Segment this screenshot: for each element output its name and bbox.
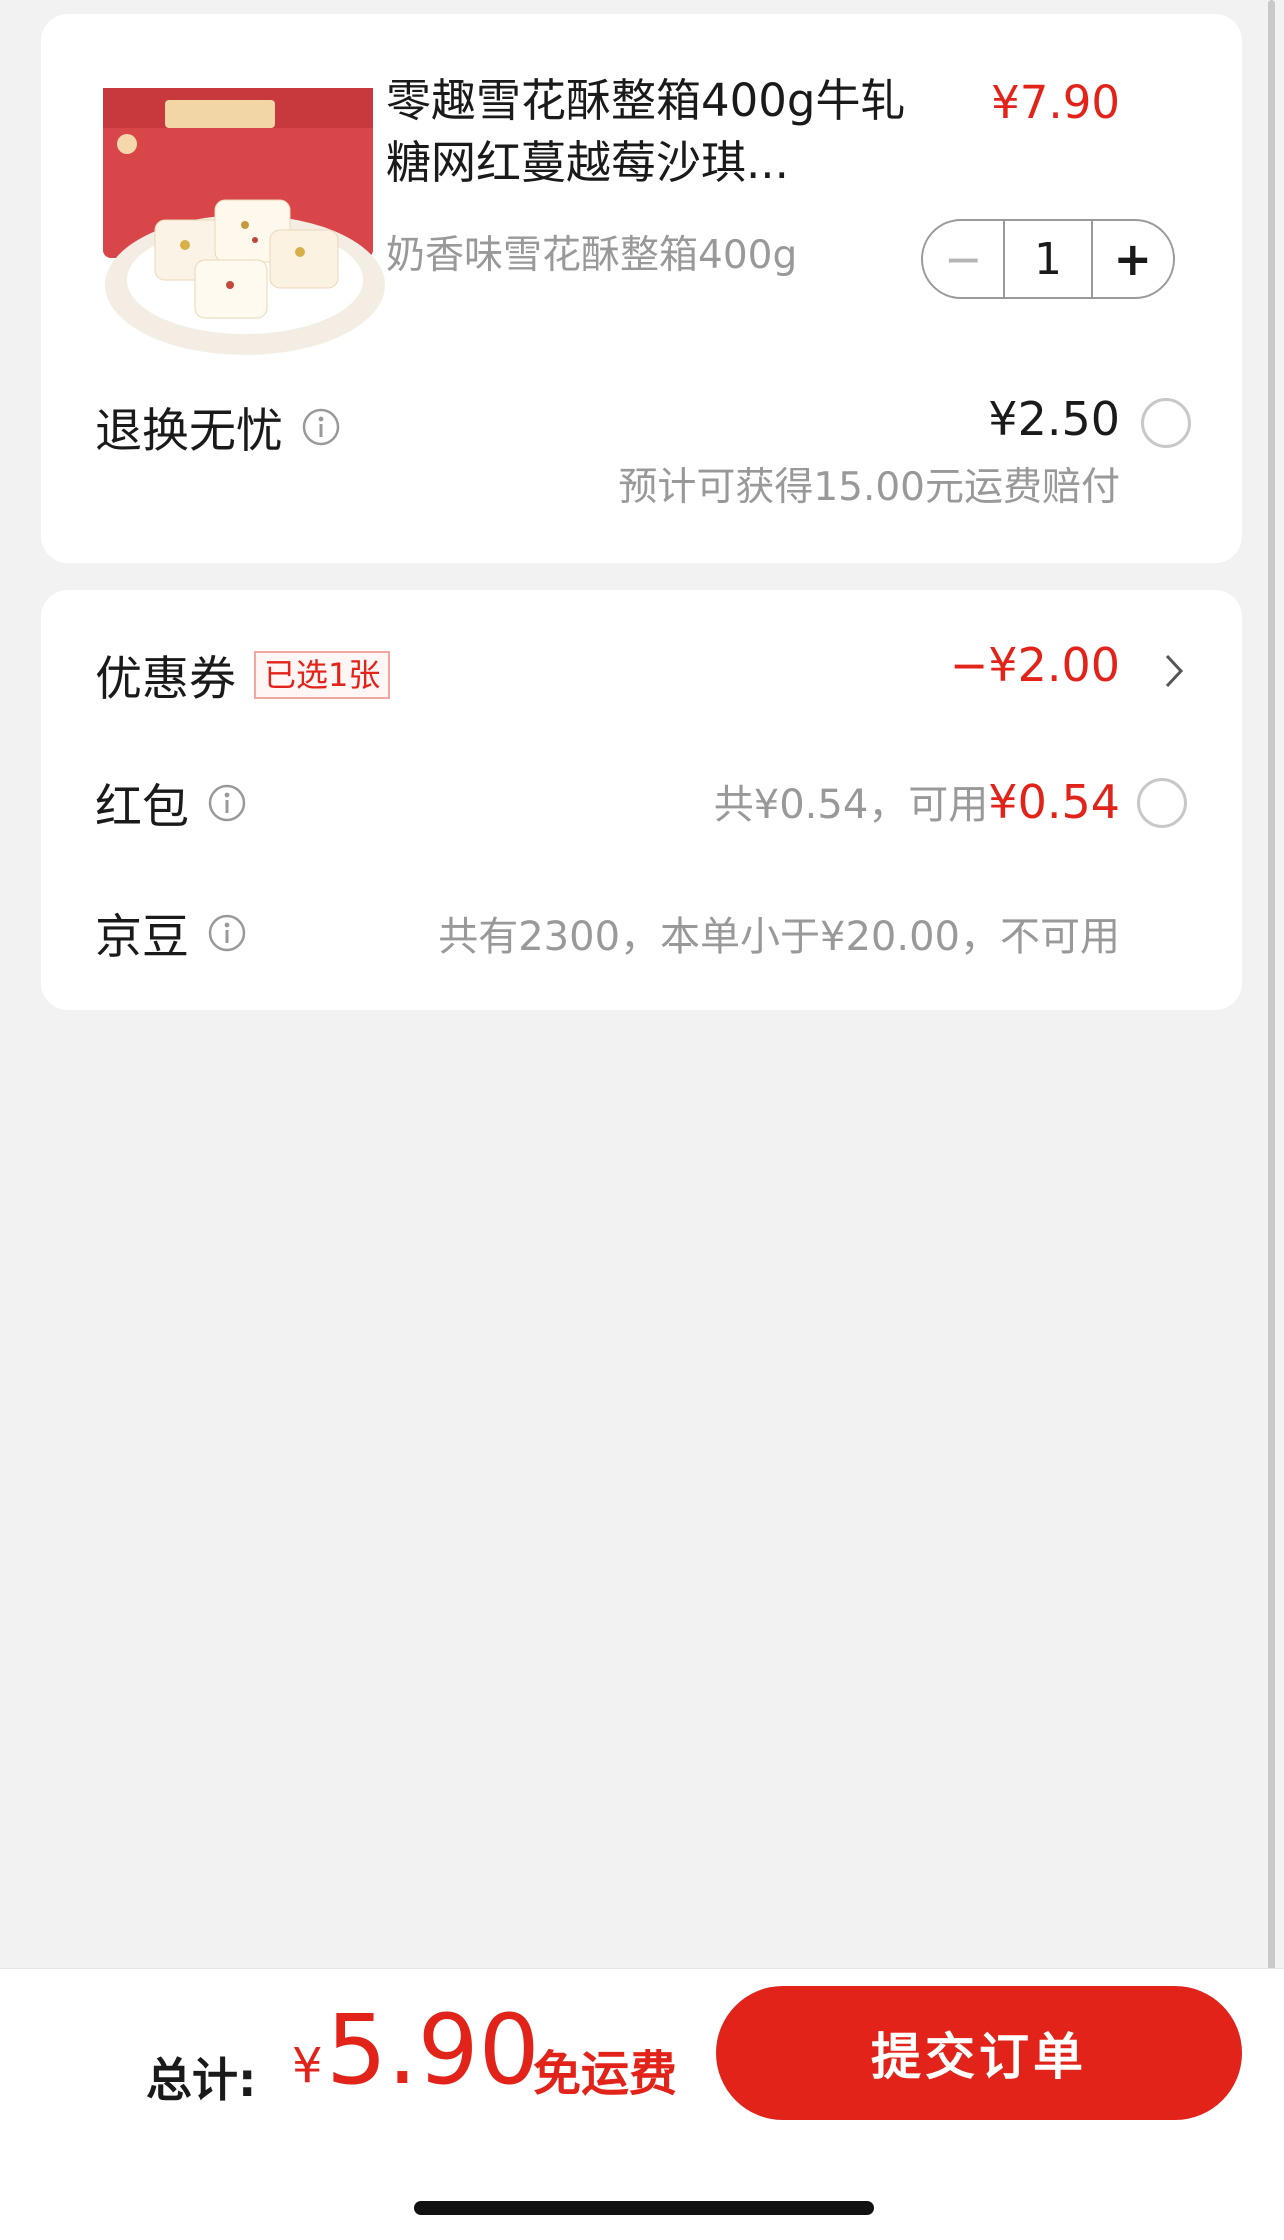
total-currency: ¥ [292,2038,323,2094]
product-card: 零趣雪花酥整箱400g牛轧糖网红蔓越莓沙琪... ¥7.90 奶香味雪花酥整箱4… [41,14,1242,563]
product-spec[interactable]: 奶香味雪花酥整箱400g [386,224,797,280]
decrease-button[interactable]: − [923,221,1003,297]
product-price: ¥7.90 [991,76,1120,129]
submit-order-button[interactable]: 提交订单 [716,1986,1242,2120]
quantity-input[interactable]: 1 [1003,221,1093,297]
minus-icon: − [943,232,983,286]
red-packet-summary: 共¥0.54，可用¥0.54 [714,772,1120,830]
coupon-value[interactable]: −¥2.00 [950,638,1120,692]
increase-button[interactable]: + [1093,221,1173,297]
return-service-label: 退换无忧 [95,404,283,459]
coupon-label: 优惠券 [95,652,236,707]
red-packet-total: 共¥0.54，可用 [713,782,989,828]
product-title[interactable]: 零趣雪花酥整箱400g牛轧糖网红蔓越莓沙琪... [386,70,946,194]
return-service-note: 预计可获得15.00元运费赔付 [618,465,1120,510]
jd-beans-row: 京豆 [95,898,247,967]
free-shipping-label: 免运费 [533,2046,678,2102]
discounts-card: 优惠券 已选1张 −¥2.00 红包 共¥0.54，可用¥0.54 京豆 共有2… [41,590,1242,1010]
jd-beans-note: 共有2300，本单小于¥20.00，不可用 [438,914,1120,960]
quantity-stepper: − 1 + [921,219,1175,299]
return-service-radio[interactable] [1141,398,1191,448]
return-service-row: 退换无忧 [95,392,341,461]
info-icon[interactable] [207,913,247,953]
red-packet-row: 红包 [95,768,247,837]
jd-beans-label: 京豆 [95,910,189,965]
product-image[interactable] [95,80,395,370]
info-icon[interactable] [301,407,341,447]
plus-icon: + [1113,232,1153,286]
return-service-price: ¥2.50 [988,392,1120,446]
red-packet-label: 红包 [95,780,189,835]
coupon-row[interactable]: 优惠券 已选1张 [95,640,391,709]
info-icon[interactable] [207,783,247,823]
coupon-selected-badge: 已选1张 [254,650,391,699]
red-packet-radio[interactable] [1137,778,1187,828]
total-amount: 5.90 [326,1994,540,2106]
red-packet-usable: ¥0.54 [988,775,1120,829]
total-label: 总计: [146,2053,257,2107]
chevron-right-icon[interactable] [1163,652,1185,690]
scrollbar[interactable] [1268,0,1275,1975]
home-indicator[interactable] [414,2201,874,2215]
